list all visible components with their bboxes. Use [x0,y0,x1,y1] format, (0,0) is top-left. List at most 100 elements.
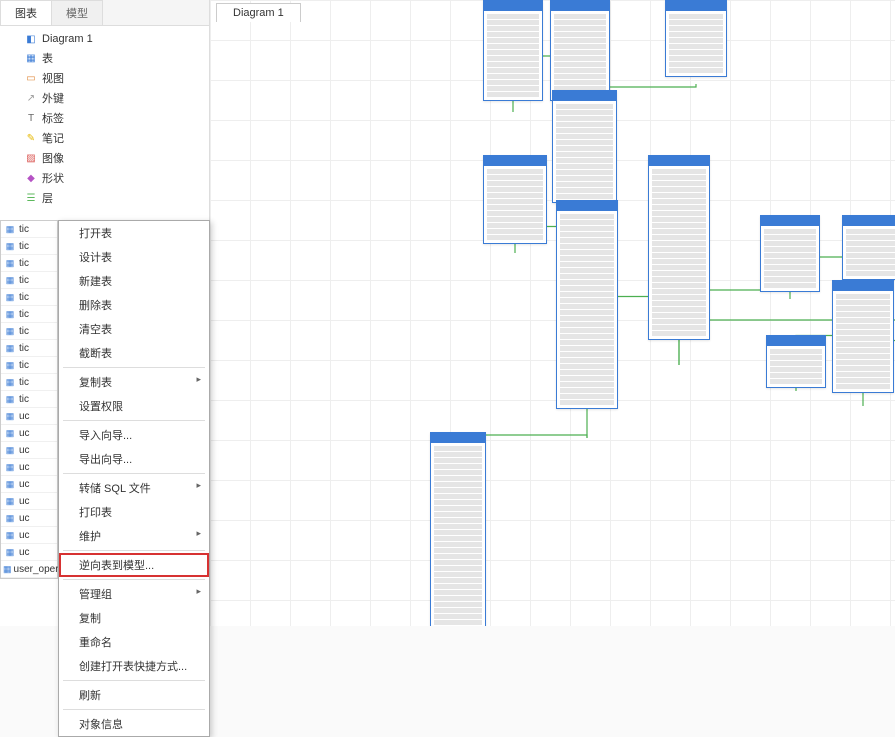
tree-label: 形状 [42,170,64,186]
table-icon: ▦ [3,494,17,508]
ctx-item[interactable]: 导入向导... [59,423,209,447]
ctx-item[interactable]: 新建表 [59,269,209,293]
entity-e18[interactable] [483,155,547,244]
menu-separator [63,473,205,474]
table-row[interactable]: ▦uc [1,544,57,561]
tab-model[interactable]: 模型 [51,0,103,25]
tree-label: Diagram 1 [42,33,93,45]
entity-e8[interactable] [842,215,895,280]
table-row[interactable]: ▦tic [1,391,57,408]
table-name: uc [19,530,30,541]
table-icon: ▦ [24,51,38,65]
sidebar-item-table[interactable]: ▦表 [0,48,209,68]
ctx-item[interactable]: 对象信息 [59,712,209,736]
ctx-item[interactable]: 设计表 [59,245,209,269]
table-row[interactable]: ▦uc [1,442,57,459]
table-row[interactable]: ▦uc [1,425,57,442]
table-icon: ▦ [3,562,12,576]
table-name: tic [19,292,29,303]
table-icon: ▦ [3,460,17,474]
entity-body [666,11,726,76]
diagram-icon: ◧ [24,32,38,46]
table-row[interactable]: ▦uc [1,493,57,510]
entity-header [843,216,895,226]
table-row[interactable]: ▦uc [1,459,57,476]
entity-e2[interactable] [550,0,610,101]
entity-e9[interactable] [832,280,894,393]
table-row[interactable]: ▦uc [1,510,57,527]
tree-label: 视图 [42,70,64,86]
tree-label: 笔记 [42,130,64,146]
menu-separator [63,579,205,580]
table-row[interactable]: ▦tic [1,323,57,340]
shape-icon: ◆ [24,171,38,185]
tree-label: 层 [42,190,53,206]
entity-body [553,101,616,202]
diagram-canvas[interactable]: Diagram 1 [210,0,895,626]
table-row[interactable]: ▦tic [1,238,57,255]
ctx-item[interactable]: 设置权限 [59,394,209,418]
ctx-item[interactable]: 管理组 [59,582,209,606]
ctx-item[interactable]: 逆向表到模型... [59,553,209,577]
table-row[interactable]: ▦tic [1,374,57,391]
table-row[interactable]: ▦uc [1,527,57,544]
entity-e5[interactable] [665,0,727,77]
table-row[interactable]: ▦tic [1,357,57,374]
entity-body [557,211,617,408]
canvas-tab[interactable]: Diagram 1 [216,3,301,22]
menu-separator [63,680,205,681]
table-row[interactable]: ▦tic [1,289,57,306]
table-name: tic [19,309,29,320]
table-row[interactable]: ▦tic [1,221,57,238]
ctx-item[interactable]: 复制 [59,606,209,630]
ctx-item[interactable]: 刷新 [59,683,209,707]
entity-e10[interactable] [766,335,826,388]
ctx-item[interactable]: 维护 [59,524,209,548]
ctx-item[interactable]: 重命名 [59,630,209,654]
ctx-item[interactable]: 打印表 [59,500,209,524]
tab-diagram[interactable]: 图表 [0,0,52,25]
entity-body [833,291,893,392]
sidebar-item-label[interactable]: T标签 [0,108,209,128]
table-row[interactable]: ▦tic [1,255,57,272]
ctx-item[interactable]: 打开表 [59,221,209,245]
ctx-item[interactable]: 导出向导... [59,447,209,471]
table-icon: ▦ [3,392,17,406]
entity-e16[interactable] [430,432,486,626]
entity-e7[interactable] [760,215,820,292]
table-row[interactable]: ▦uc [1,408,57,425]
sidebar-item-note[interactable]: ✎笔记 [0,128,209,148]
table-row[interactable]: ▦tic [1,340,57,357]
sidebar-item-view[interactable]: ▭ 视图 [0,68,209,88]
table-name: uc [19,428,30,439]
table-row[interactable]: ▦tic [1,306,57,323]
tree-label: 外键 [42,90,64,106]
table-row[interactable]: ▦tic [1,272,57,289]
sidebar-item-shape[interactable]: ◆ 形状 [0,168,209,188]
table-row[interactable]: ▦user_operate_record [1,561,57,578]
sidebar-item-diagram[interactable]: ◧ Diagram 1 [0,30,209,48]
ctx-item[interactable]: 清空表 [59,317,209,341]
sidebar-item-layer[interactable]: ☰层 [0,188,209,208]
ctx-item[interactable]: 截断表 [59,341,209,365]
view-icon: ▭ [24,71,38,85]
entity-body [843,226,895,279]
entity-e1[interactable] [483,0,543,101]
menu-separator [63,550,205,551]
entity-e4[interactable] [556,200,618,409]
ctx-item[interactable]: 转储 SQL 文件 [59,476,209,500]
sidebar-item-image[interactable]: ▨图像 [0,148,209,168]
ctx-item[interactable]: 复制表 [59,370,209,394]
entity-header [551,1,609,11]
ctx-item[interactable]: 创建打开表快捷方式... [59,654,209,678]
table-icon: ▦ [3,341,17,355]
table-icon: ▦ [3,358,17,372]
entity-e3[interactable] [552,90,617,203]
entity-body [551,11,609,100]
entity-e6[interactable] [648,155,710,340]
sidebar-item-fk[interactable]: ↗外键 [0,88,209,108]
entity-body [484,166,546,243]
table-row[interactable]: ▦uc [1,476,57,493]
entity-header [553,91,616,101]
ctx-item[interactable]: 删除表 [59,293,209,317]
